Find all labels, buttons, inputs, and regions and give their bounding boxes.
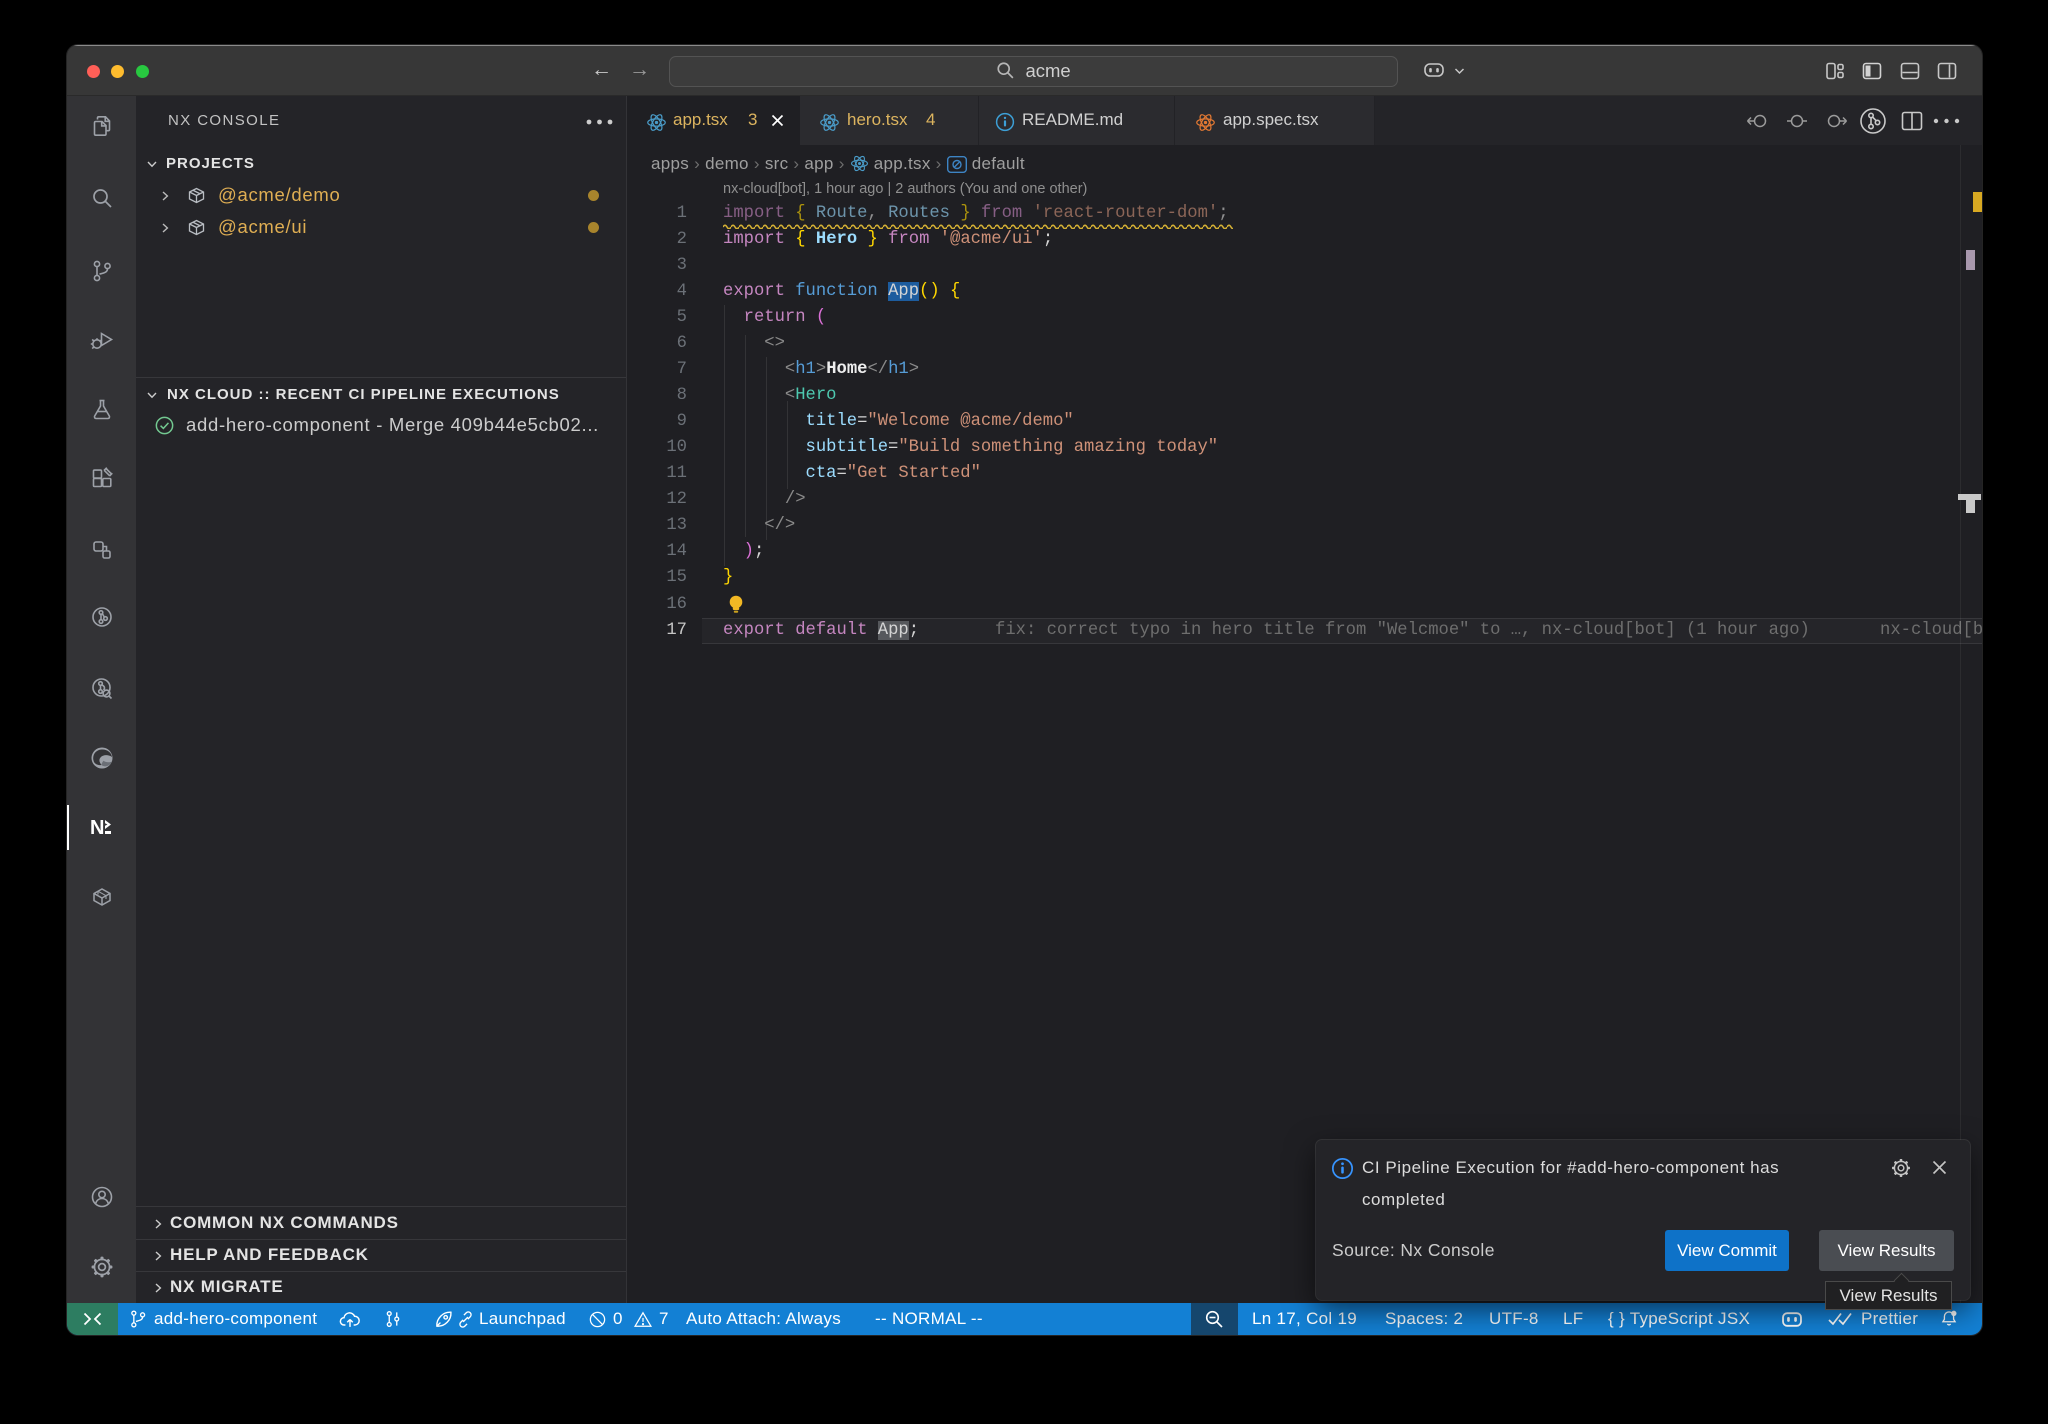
svg-text:N: N [90, 817, 104, 839]
